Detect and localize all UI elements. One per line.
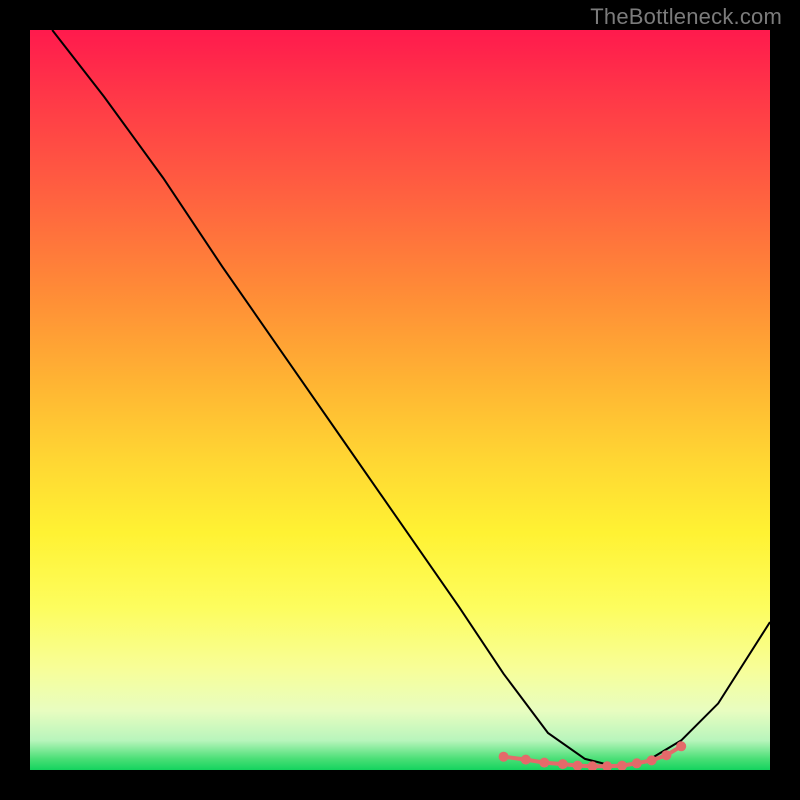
highlight-dot	[573, 761, 583, 770]
highlight-segment	[499, 741, 687, 770]
plot-area	[30, 30, 770, 770]
highlight-dot	[558, 759, 568, 769]
highlight-dot	[632, 758, 642, 768]
highlight-dot	[661, 750, 671, 760]
watermark-text: TheBottleneck.com	[590, 4, 782, 30]
highlight-dot	[539, 758, 549, 768]
bottleneck-curve-path	[52, 30, 770, 766]
highlight-dot	[617, 761, 627, 770]
highlight-dot	[521, 755, 531, 765]
chart-frame: TheBottleneck.com	[0, 0, 800, 800]
highlight-dot	[647, 755, 657, 765]
curve-svg	[30, 30, 770, 770]
highlight-dot	[499, 752, 509, 762]
highlight-dot	[676, 741, 686, 751]
main-curve	[52, 30, 770, 766]
